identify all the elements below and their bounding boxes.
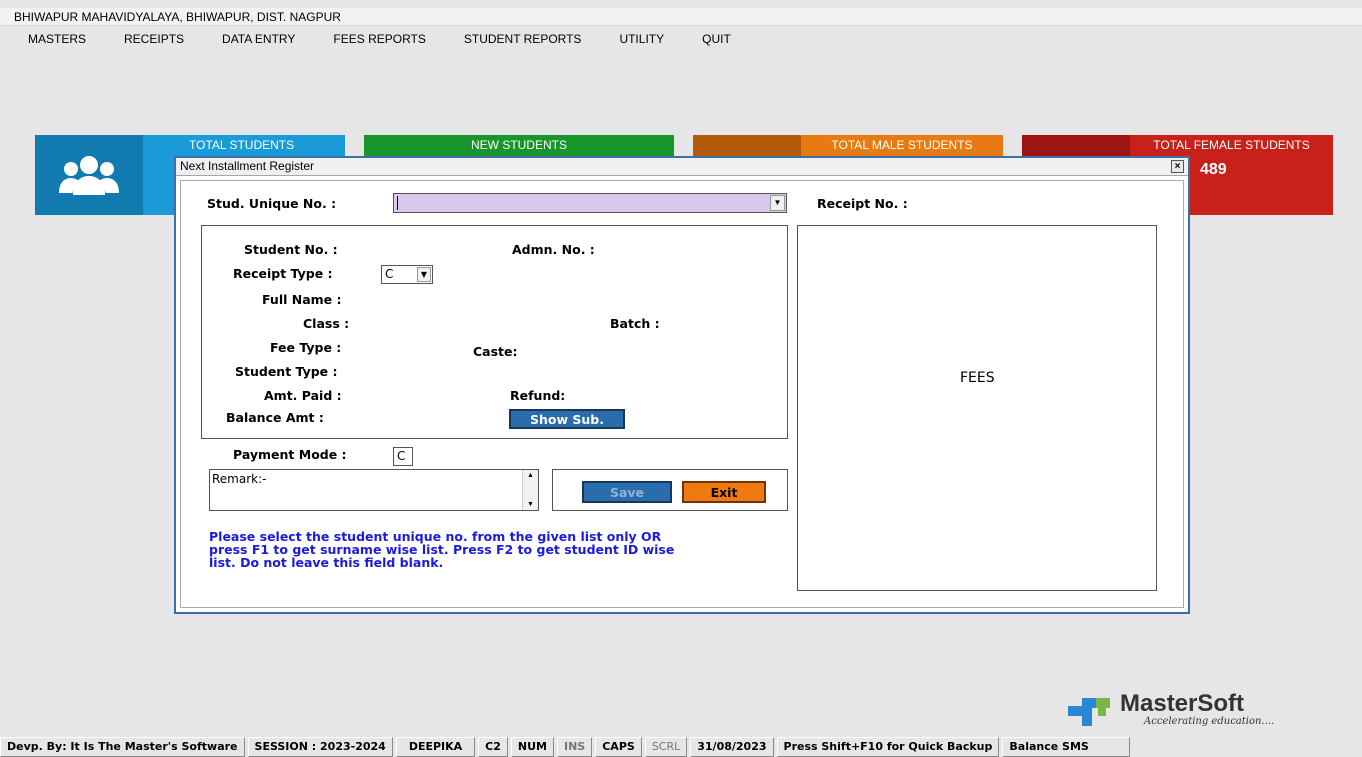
hint-text: Please select the student unique no. fro…	[209, 530, 674, 569]
status-backup-hint: Press Shift+F10 for Quick Backup	[776, 737, 1000, 757]
dialog-titlebar: Next Installment Register ×	[176, 158, 1188, 176]
status-scrl: SCRL	[644, 737, 688, 757]
close-icon[interactable]: ×	[1171, 160, 1184, 173]
admn-no-label: Admn. No. :	[512, 242, 595, 257]
dialog-body: Stud. Unique No. : ▼ Receipt No. : Stude…	[180, 180, 1184, 608]
stud-unique-combo[interactable]: ▼	[393, 193, 787, 213]
exit-button-label: Exit	[710, 485, 738, 500]
balance-amt-label: Balance Amt :	[226, 410, 324, 425]
chevron-down-icon[interactable]: ▼	[770, 195, 785, 211]
status-date: 31/08/2023	[690, 737, 774, 757]
fees-panel: FEES	[797, 225, 1157, 591]
remark-textarea[interactable]: Remark:- ▲ ▼	[209, 469, 539, 511]
mastersoft-logo-icon	[1068, 698, 1110, 726]
status-code: C2	[478, 737, 508, 757]
remark-text: Remark:-	[212, 472, 267, 486]
caste-label: Caste:	[473, 344, 518, 359]
hint-line-3: list. Do not leave this field blank.	[209, 555, 444, 570]
logo-name: MasterSoft	[1120, 690, 1245, 717]
class-label: Class :	[303, 316, 350, 331]
batch-label: Batch :	[610, 316, 660, 331]
mastersoft-logo: MasterSoft Accelerating education....	[1068, 688, 1328, 730]
users-icon	[59, 156, 119, 195]
fee-type-label: Fee Type :	[270, 340, 342, 355]
receipt-type-label: Receipt Type :	[233, 266, 333, 281]
full-name-label: Full Name :	[262, 292, 342, 307]
exit-button[interactable]: Exit	[682, 481, 766, 503]
menu-quit[interactable]: QUIT	[702, 30, 731, 48]
tile-new-students-label: NEW STUDENTS	[364, 135, 674, 156]
menu-masters[interactable]: MASTERS	[28, 30, 86, 48]
status-balance-sms[interactable]: Balance SMS	[1002, 737, 1130, 757]
status-bar: Devp. By: It Is The Master's Software SE…	[0, 737, 1362, 757]
text-cursor	[397, 196, 398, 210]
next-installment-dialog: Next Installment Register × Stud. Unique…	[174, 156, 1190, 614]
receipt-type-combo[interactable]: C ▼	[381, 265, 433, 284]
remark-scrollbar[interactable]: ▲ ▼	[522, 470, 538, 510]
fees-label: FEES	[960, 370, 995, 386]
chevron-down-icon[interactable]: ▼	[417, 267, 431, 282]
dialog-title: Next Installment Register	[180, 159, 315, 173]
student-type-label: Student Type :	[235, 364, 338, 379]
status-ins: INS	[557, 737, 593, 757]
save-button-label: Save	[609, 485, 645, 500]
menu-bar: MASTERS RECEIPTS DATA ENTRY FEES REPORTS…	[0, 30, 769, 48]
menu-fees-reports[interactable]: FEES REPORTS	[333, 30, 425, 48]
status-user: DEEPIKA	[395, 737, 476, 757]
menu-utility[interactable]: UTILITY	[619, 30, 664, 48]
tile-total-students-label: TOTAL STUDENTS	[189, 138, 295, 152]
student-details-panel: Student No. : Admn. No. : Receipt Type :…	[201, 225, 788, 439]
payment-mode-label: Payment Mode :	[233, 447, 347, 462]
status-caps: CAPS	[595, 737, 642, 757]
show-sub-button[interactable]: Show Sub.	[509, 409, 625, 429]
scroll-down-icon[interactable]: ▼	[527, 501, 534, 508]
window-title: BHIWAPUR MAHAVIDYALAYA, BHIWAPUR, DIST. …	[0, 8, 1362, 26]
tile-female-students-count: 489	[1200, 161, 1227, 178]
action-panel: Save Exit	[552, 469, 788, 511]
receipt-no-label: Receipt No. :	[817, 196, 908, 211]
stud-unique-label: Stud. Unique No. :	[207, 196, 337, 211]
save-button[interactable]: Save	[582, 481, 672, 503]
menu-data-entry[interactable]: DATA ENTRY	[222, 30, 295, 48]
student-no-label: Student No. :	[244, 242, 338, 257]
status-session: SESSION : 2023-2024	[247, 737, 393, 757]
status-developer: Devp. By: It Is The Master's Software	[0, 737, 245, 757]
menu-student-reports[interactable]: STUDENT REPORTS	[464, 30, 582, 48]
receipt-type-value: C	[385, 267, 394, 281]
refund-label: Refund:	[510, 388, 566, 403]
tile-male-students-label: TOTAL MALE STUDENTS	[801, 135, 1003, 156]
menu-receipts[interactable]: RECEIPTS	[124, 30, 184, 48]
tile-female-students-label: TOTAL FEMALE STUDENTS	[1130, 135, 1333, 156]
payment-mode-field[interactable]: C	[393, 447, 413, 466]
scroll-up-icon[interactable]: ▲	[527, 472, 534, 479]
amt-paid-label: Amt. Paid :	[264, 388, 342, 403]
logo-tagline: Accelerating education....	[1144, 716, 1275, 727]
status-num: NUM	[510, 737, 554, 757]
